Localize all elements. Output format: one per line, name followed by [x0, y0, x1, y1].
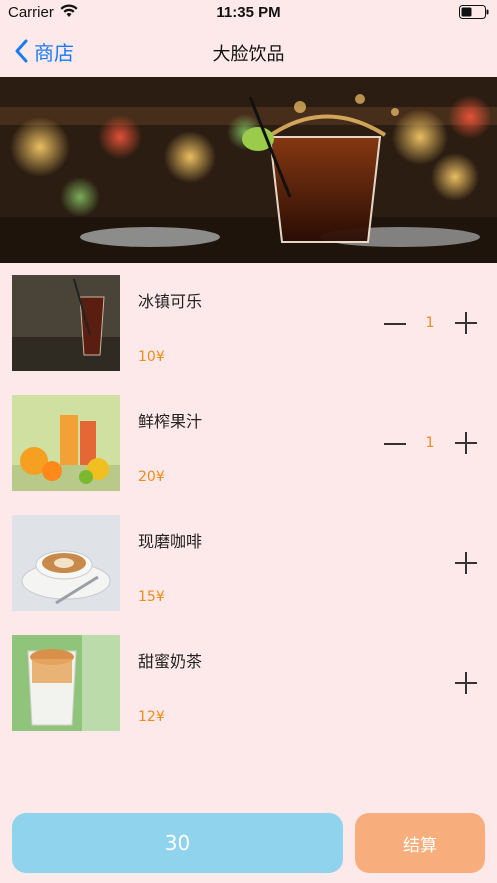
product-name: 现磨咖啡 — [138, 532, 203, 551]
plus-icon — [455, 672, 477, 694]
banner-image — [0, 77, 497, 263]
product-price: 12¥ — [138, 709, 165, 725]
status-time: 11:35 PM — [216, 4, 281, 21]
increase-quantity-button[interactable] — [453, 550, 479, 576]
milk-tea-image — [12, 635, 120, 731]
product-row: 甜蜜奶茶 12¥ — [0, 623, 497, 741]
increase-quantity-button[interactable] — [453, 670, 479, 696]
product-row: 鲜榨果汁 20¥ 1 — [0, 383, 497, 501]
fresh-juice-image — [12, 395, 120, 491]
product-price: 10¥ — [138, 349, 165, 365]
iced-cola-image — [12, 275, 120, 371]
decrease-quantity-button[interactable] — [382, 431, 408, 457]
product-price: 20¥ — [138, 469, 165, 485]
minus-icon — [384, 323, 406, 325]
quantity-value: 1 — [425, 435, 435, 451]
plus-icon — [455, 552, 477, 574]
total-price-button[interactable]: 30 — [12, 813, 343, 873]
plus-icon — [455, 312, 477, 334]
product-name: 甜蜜奶茶 — [138, 652, 203, 671]
increase-quantity-button[interactable] — [453, 310, 479, 336]
minus-icon — [384, 443, 406, 445]
page-title: 大脸饮品 — [212, 44, 285, 65]
checkout-button[interactable]: 结算 — [355, 813, 485, 873]
plus-icon — [455, 432, 477, 454]
product-row: 现磨咖啡 15¥ — [0, 503, 497, 621]
status-bar: Carrier 11:35 PM — [0, 0, 497, 28]
increase-quantity-button[interactable] — [453, 430, 479, 456]
decrease-quantity-button[interactable] — [382, 311, 408, 337]
product-row: 冰镇可乐 10¥ 1 — [0, 263, 497, 381]
product-name: 冰镇可乐 — [138, 292, 203, 311]
navigation-bar: 商店 大脸饮品 — [0, 28, 497, 76]
product-name: 鲜榨果汁 — [138, 412, 203, 431]
battery-icon — [459, 5, 489, 19]
product-price: 15¥ — [138, 589, 165, 605]
quantity-value: 1 — [425, 315, 435, 331]
coffee-image — [12, 515, 120, 611]
product-list: 冰镇可乐 10¥ 1 鲜榨果汁 20¥ 1 现磨咖啡 15¥ 甜蜜奶茶 12¥ — [0, 263, 497, 743]
